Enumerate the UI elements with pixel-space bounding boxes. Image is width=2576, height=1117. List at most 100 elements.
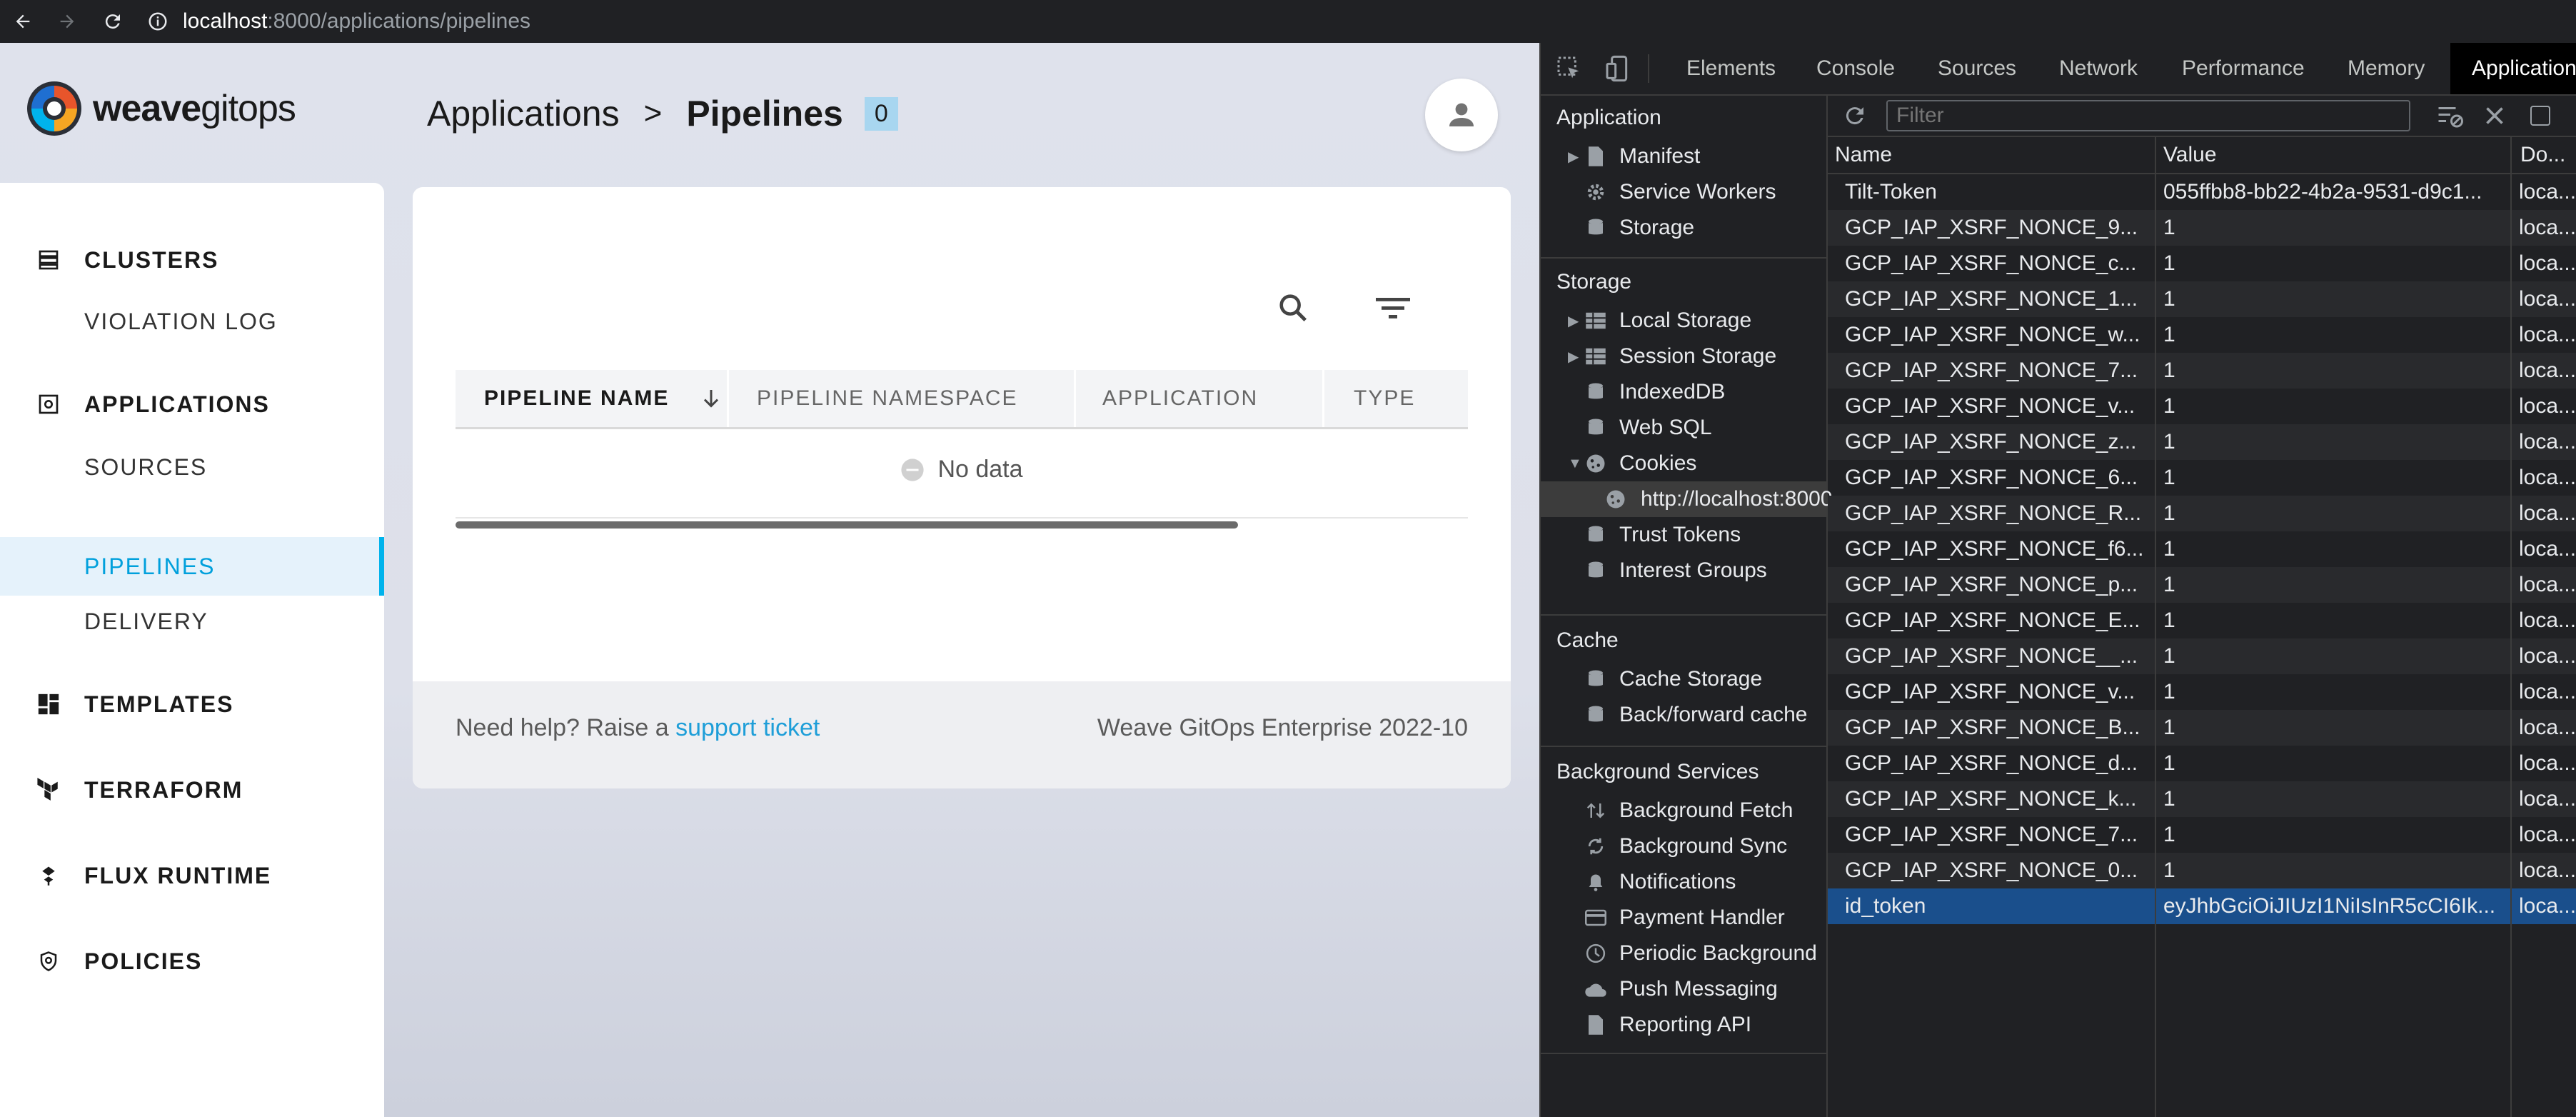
inspect-element-icon[interactable] [1555,54,1584,83]
tree-item-session-storage[interactable]: ▶ Session Storage [1541,339,1826,374]
sidebar-item-terraform[interactable]: TERRAFORM [0,767,384,813]
column-header-value[interactable]: Value [2156,137,2513,173]
tree-item-local-storage[interactable]: ▶ Local Storage [1541,303,1826,339]
gear-icon [1584,180,1608,204]
cookie-row[interactable]: GCP_IAP_XSRF_NONCE_7... 1 loca... [1828,817,2576,853]
cookie-row[interactable]: GCP_IAP_XSRF_NONCE_z... 1 loca... [1828,424,2576,460]
expand-arrow-icon[interactable]: ▶ [1568,348,1579,366]
cookie-value-cell: 055ffbb8-bb22-4b2a-9531-d9c1... [2163,180,2482,204]
sort-arrow-down-icon[interactable] [698,386,724,411]
cookie-row[interactable]: GCP_IAP_XSRF_NONCE__... 1 loca... [1828,638,2576,674]
cookie-row[interactable]: GCP_IAP_XSRF_NONCE_9... 1 loca... [1828,210,2576,246]
database-icon [1584,380,1608,404]
section-divider [1541,257,1826,259]
tab-console[interactable]: Console [1816,43,1895,94]
tree-item-manifest[interactable]: ▶ Manifest [1541,139,1826,174]
tree-item-cookies[interactable]: ▼ Cookies [1541,446,1826,481]
refresh-button[interactable] [1842,103,1868,129]
sidebar-item-policies[interactable]: POLICIES [0,938,384,984]
search-button[interactable] [1275,290,1311,326]
sidebar-item-clusters[interactable]: CLUSTERS [0,237,384,283]
tree-item-notifications[interactable]: Notifications [1541,864,1826,900]
breadcrumb-applications-link[interactable]: Applications [427,93,620,134]
tab-memory[interactable]: Memory [2348,43,2425,94]
cookie-row[interactable]: GCP_IAP_XSRF_NONCE_k... 1 loca... [1828,781,2576,817]
cookie-row[interactable]: Tilt-Token 055ffbb8-bb22-4b2a-9531-d9c1..… [1828,174,2576,210]
cookie-value-cell: 1 [2163,573,2175,596]
tab-performance[interactable]: Performance [2182,43,2305,94]
support-ticket-link[interactable]: support ticket [675,714,820,741]
sidebar-item-label: PIPELINES [84,553,216,579]
cookie-row[interactable]: GCP_IAP_XSRF_NONCE_7... 1 loca... [1828,353,2576,389]
delete-all-cookies-button[interactable] [2482,103,2507,129]
sidebar-item-violation-log[interactable]: VIOLATION LOG [0,299,384,344]
sidebar-item-pipelines[interactable]: PIPELINES [0,537,384,596]
tree-item-service-workers[interactable]: Service Workers [1541,174,1826,210]
tab-sources[interactable]: Sources [1938,43,2016,94]
user-avatar-button[interactable] [1425,79,1498,151]
expand-arrow-icon[interactable]: ▶ [1568,148,1579,166]
tab-elements[interactable]: Elements [1686,43,1776,94]
tree-item-reporting-api[interactable]: Reporting API [1541,1007,1826,1043]
cookie-row[interactable]: GCP_IAP_XSRF_NONCE_0... 1 loca... [1828,853,2576,888]
expand-arrow-icon[interactable]: ▶ [1568,312,1579,330]
tab-application[interactable]: Application [2450,43,2576,94]
horizontal-scrollbar[interactable] [456,521,1238,529]
collapse-arrow-icon[interactable]: ▼ [1568,456,1582,472]
tree-item-cache-storage[interactable]: Cache Storage [1541,661,1826,697]
cookie-row[interactable]: GCP_IAP_XSRF_NONCE_E... 1 loca... [1828,603,2576,638]
column-header-domain[interactable]: Do... [2513,137,2576,173]
cookie-row[interactable]: GCP_IAP_XSRF_NONCE_c... 1 loca... [1828,246,2576,281]
cookie-value-cell: 1 [2163,537,2175,561]
cookie-row[interactable]: GCP_IAP_XSRF_NONCE_v... 1 loca... [1828,389,2576,424]
column-header-pipeline-name[interactable]: PIPELINE NAME [484,370,669,427]
device-toolbar-icon[interactable] [1604,54,1632,83]
sidebar-item-sources[interactable]: SOURCES [0,444,384,490]
tree-item-payment-handler[interactable]: Payment Handler [1541,900,1826,936]
cookie-row[interactable]: GCP_IAP_XSRF_NONCE_p... 1 loca... [1828,567,2576,603]
sidebar-item-applications[interactable]: APPLICATIONS [0,381,384,427]
column-header-application[interactable]: APPLICATION [1102,370,1258,427]
cookie-row[interactable]: GCP_IAP_XSRF_NONCE_R... 1 loca... [1828,496,2576,531]
tab-network[interactable]: Network [2059,43,2138,94]
tree-item-storage-overview[interactable]: Storage [1541,210,1826,246]
tree-item-trust-tokens[interactable]: Trust Tokens [1541,517,1826,553]
forward-button[interactable] [54,9,80,34]
show-issues-checkbox[interactable] [2530,106,2550,126]
reload-button[interactable] [100,9,126,34]
tree-item-background-sync[interactable]: Background Sync [1541,828,1826,864]
reload-icon [105,14,120,29]
cookie-row[interactable]: GCP_IAP_XSRF_NONCE_w... 1 loca... [1828,317,2576,353]
sidebar-item-flux-runtime[interactable]: FLUX RUNTIME [0,853,384,898]
tree-item-periodic-background-sync[interactable]: Periodic Background [1541,936,1826,971]
cookie-row[interactable]: GCP_IAP_XSRF_NONCE_B... 1 loca... [1828,710,2576,746]
clear-filtered-cookies-button[interactable] [2436,103,2465,129]
tree-item-cookie-origin[interactable]: http://localhost:8000 [1541,481,1833,517]
tree-item-web-sql[interactable]: Web SQL [1541,410,1826,446]
cookie-domain-cell: loca... [2519,251,2576,275]
sidebar-item-templates[interactable]: TEMPLATES [0,681,384,727]
cookie-row[interactable]: GCP_IAP_XSRF_NONCE_6... 1 loca... [1828,460,2576,496]
column-header-name[interactable]: Name [1828,137,2156,173]
cookie-row[interactable]: id_token eyJhbGciOiJIUzI1NiIsInR5cCI6Ik..… [1828,888,2576,924]
tree-item-push-messaging[interactable]: Push Messaging [1541,971,1826,1007]
address-bar[interactable]: localhost:8000/applications/pipelines [147,4,2560,39]
back-button[interactable] [10,9,36,34]
tree-item-label: Web SQL [1619,416,1712,439]
cookie-row[interactable]: GCP_IAP_XSRF_NONCE_f6... 1 loca... [1828,531,2576,567]
filter-button[interactable] [1374,290,1412,326]
weave-gitops-logo[interactable]: weavegitops [26,80,296,137]
tree-item-interest-groups[interactable]: Interest Groups [1541,553,1826,588]
tree-item-background-fetch[interactable]: Background Fetch [1541,793,1826,828]
tree-item-back-forward-cache[interactable]: Back/forward cache [1541,697,1826,733]
pipelines-card: PIPELINE NAME PIPELINE NAMESPACE APPLICA… [413,187,1511,788]
column-header-pipeline-namespace[interactable]: PIPELINE NAMESPACE [757,370,1018,427]
sidebar-item-delivery[interactable]: DELIVERY [0,598,384,644]
cookie-row[interactable]: GCP_IAP_XSRF_NONCE_v... 1 loca... [1828,674,2576,710]
cookie-filter-input[interactable] [1886,100,2410,131]
tree-item-label: Storage [1619,216,1695,239]
cookie-row[interactable]: GCP_IAP_XSRF_NONCE_d... 1 loca... [1828,746,2576,781]
tree-item-indexeddb[interactable]: IndexedDB [1541,374,1826,410]
cookie-row[interactable]: GCP_IAP_XSRF_NONCE_1... 1 loca... [1828,281,2576,317]
column-header-type[interactable]: TYPE [1354,370,1415,427]
